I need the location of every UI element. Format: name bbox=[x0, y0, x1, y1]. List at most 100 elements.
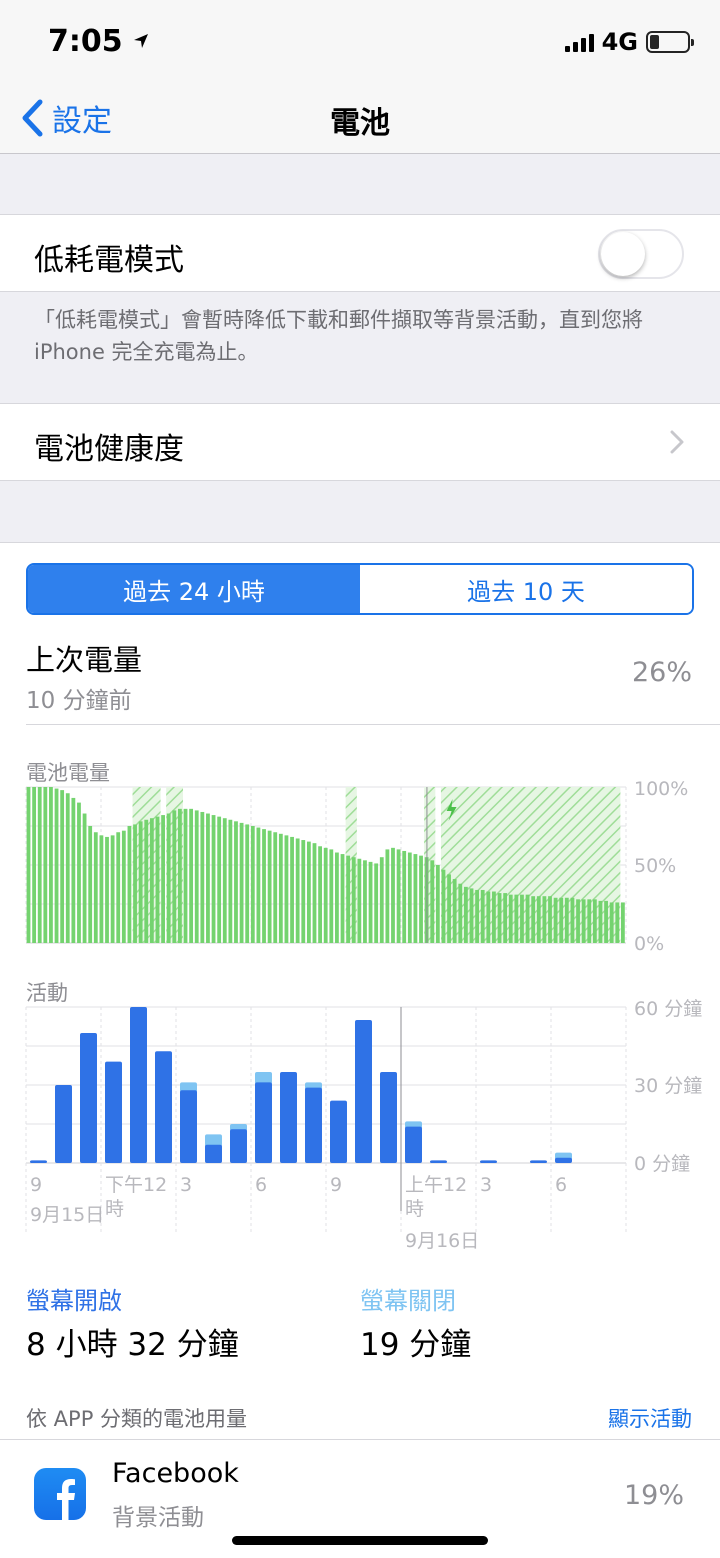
battery-level-bar bbox=[620, 902, 625, 943]
battery-level-bar bbox=[604, 900, 608, 943]
screen-on-bar bbox=[55, 1085, 72, 1163]
screen-on-bar bbox=[105, 1061, 122, 1163]
battery-level-bar bbox=[335, 852, 339, 943]
battery-level-bar bbox=[396, 849, 401, 943]
divider bbox=[26, 724, 720, 725]
low-power-mode-label: 低耗電模式 bbox=[34, 243, 184, 278]
battery-level-bar bbox=[200, 811, 205, 943]
battery-level-bar bbox=[525, 894, 530, 943]
battery-usage-by-app-caption: 依 APP 分類的電池用量 bbox=[26, 1407, 248, 1431]
battery-level-bar bbox=[576, 899, 580, 943]
app-subtitle: 背景活動 bbox=[112, 1505, 204, 1531]
battery-level-bar bbox=[480, 889, 485, 943]
home-indicator bbox=[232, 1536, 488, 1545]
low-power-mode-toggle[interactable] bbox=[598, 229, 684, 279]
battery-level-bar bbox=[559, 897, 564, 943]
network-type: 4G bbox=[601, 28, 638, 56]
battery-level-bar bbox=[71, 797, 76, 943]
screen-on-bar bbox=[330, 1100, 347, 1163]
battery-level-bar bbox=[194, 810, 199, 943]
app-usage-percent: 19% bbox=[623, 1480, 684, 1511]
battery-level-bar bbox=[278, 833, 283, 943]
battery-level-bar bbox=[570, 897, 575, 943]
tab-last-10-days[interactable]: 過去 10 天 bbox=[360, 565, 692, 613]
battery-level-bar bbox=[273, 832, 278, 943]
battery-level-bar bbox=[363, 860, 367, 943]
battery-level-bar bbox=[329, 849, 334, 943]
y-tick-label: 50% bbox=[634, 855, 676, 877]
battery-level-bar bbox=[183, 808, 188, 943]
screen-off-label: 螢幕關閉 bbox=[360, 1287, 456, 1315]
battery-level-chart: 100% 50% 0% bbox=[25, 779, 688, 955]
low-power-mode-row: 低耗電模式 bbox=[0, 214, 720, 292]
page-title: 電池 bbox=[330, 106, 390, 141]
battery-level-bar bbox=[609, 902, 614, 943]
x-tick-label: 3 bbox=[180, 1174, 192, 1196]
activity-chart: 60 分鐘 30 分鐘 0 分鐘 9 下午12 時 3 6 9 上午12 時 3 6 9月15日 9月16日 bbox=[25, 999, 702, 1252]
battery-level-bar bbox=[222, 818, 227, 943]
app-usage-row[interactable]: Facebook 背景活動 19% bbox=[0, 1439, 720, 1549]
x-tick-label: 3 bbox=[480, 1174, 492, 1196]
battery-level-bar bbox=[43, 787, 48, 943]
battery-level-bar bbox=[385, 849, 390, 943]
battery-level-bar bbox=[615, 902, 620, 943]
battery-level-bar bbox=[245, 824, 250, 943]
battery-level-bar bbox=[486, 891, 491, 943]
battery-level-bar bbox=[228, 819, 233, 943]
battery-level-bar bbox=[452, 879, 457, 943]
battery-level-bar bbox=[318, 846, 322, 943]
screen-off-value: 19 分鐘 bbox=[360, 1327, 472, 1363]
screen-on-bar bbox=[405, 1126, 422, 1163]
battery-level-bar bbox=[172, 810, 177, 943]
x-tick-label: 9 bbox=[330, 1174, 342, 1196]
screen-on-bar bbox=[180, 1090, 197, 1163]
battery-health-row[interactable]: 電池健康度 bbox=[0, 403, 720, 481]
battery-level-bar bbox=[340, 854, 345, 943]
screen-on-bar bbox=[280, 1072, 297, 1163]
battery-level-bar bbox=[149, 818, 154, 943]
screen-on-bar bbox=[530, 1160, 547, 1163]
battery-level-bar bbox=[284, 835, 289, 943]
battery-level-bar bbox=[290, 836, 294, 943]
low-power-mode-footer: 「低耗電模式」會暫時降低下載和郵件擷取等背景活動，直到您將 iPhone 完全充… bbox=[34, 308, 643, 364]
battery-level-bar bbox=[531, 896, 536, 943]
x-tick-label: 9 bbox=[30, 1174, 42, 1196]
y-tick-label: 0% bbox=[634, 933, 664, 955]
battery-icon bbox=[646, 31, 694, 53]
battery-level-bar bbox=[402, 850, 407, 943]
battery-level-bar bbox=[374, 863, 379, 943]
battery-level-bar bbox=[234, 821, 238, 943]
battery-level-bar bbox=[391, 847, 395, 943]
battery-level-bar bbox=[295, 838, 300, 943]
battery-level-bar bbox=[88, 826, 93, 943]
battery-level-bar bbox=[430, 860, 435, 943]
screen-on-bar bbox=[380, 1072, 397, 1163]
last-charge-value: 26% bbox=[631, 657, 692, 688]
screen-on-bar bbox=[155, 1051, 172, 1163]
battery-level-bar bbox=[77, 802, 81, 943]
screen-on-bar bbox=[205, 1144, 222, 1163]
battery-level-bar bbox=[93, 832, 98, 943]
chevron-right-icon bbox=[670, 430, 684, 454]
x-tick-label: 上午12 時 bbox=[405, 1174, 467, 1220]
battery-level-bar bbox=[587, 899, 592, 943]
screen-on-label: 螢幕開啟 bbox=[26, 1287, 122, 1315]
battery-level-bar bbox=[536, 896, 541, 943]
screen-on-bar bbox=[430, 1160, 447, 1163]
y-tick-label: 100% bbox=[634, 779, 688, 800]
battery-level-bar bbox=[514, 894, 519, 943]
tab-last-24-hours[interactable]: 過去 24 小時 bbox=[28, 565, 360, 613]
battery-level-bar bbox=[206, 813, 210, 943]
battery-level-bar bbox=[581, 899, 586, 943]
screen-on-bar bbox=[255, 1082, 272, 1163]
battery-level-bar bbox=[49, 787, 53, 943]
battery-level-bar bbox=[447, 874, 451, 943]
battery-level-bar bbox=[161, 815, 165, 943]
battery-level-bar bbox=[54, 788, 59, 943]
battery-level-bar bbox=[116, 832, 121, 943]
battery-level-bar bbox=[189, 808, 194, 943]
show-activity-button[interactable]: 顯示活動 bbox=[608, 1403, 692, 1433]
battery-level-bar bbox=[435, 865, 440, 943]
toggle-knob bbox=[601, 232, 645, 276]
battery-level-bar bbox=[144, 819, 149, 943]
